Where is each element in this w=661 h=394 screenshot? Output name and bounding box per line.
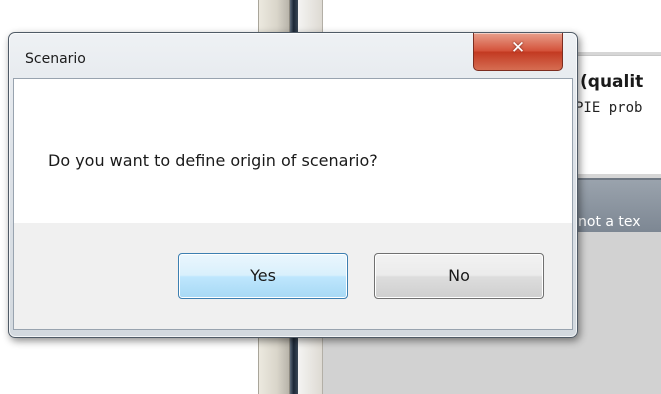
no-button[interactable]: No (374, 253, 544, 299)
background-subtext: PIE prob (575, 100, 643, 116)
screen: (qualit PIE prob not a tex Scenario ✕ Do… (0, 0, 661, 394)
scenario-dialog: Scenario ✕ Do you want to define origin … (8, 32, 578, 338)
yes-button[interactable]: Yes (178, 253, 348, 299)
background-field-text: not a tex (578, 214, 641, 230)
message-area: Do you want to define origin of scenario… (14, 79, 572, 223)
dialog-title: Scenario (25, 51, 86, 67)
dialog-message: Do you want to define origin of scenario… (48, 151, 378, 170)
close-button[interactable]: ✕ (473, 33, 563, 71)
close-icon: ✕ (510, 38, 526, 58)
background-heading: (qualit (580, 72, 644, 92)
dialog-client-area: Do you want to define origin of scenario… (13, 78, 573, 330)
